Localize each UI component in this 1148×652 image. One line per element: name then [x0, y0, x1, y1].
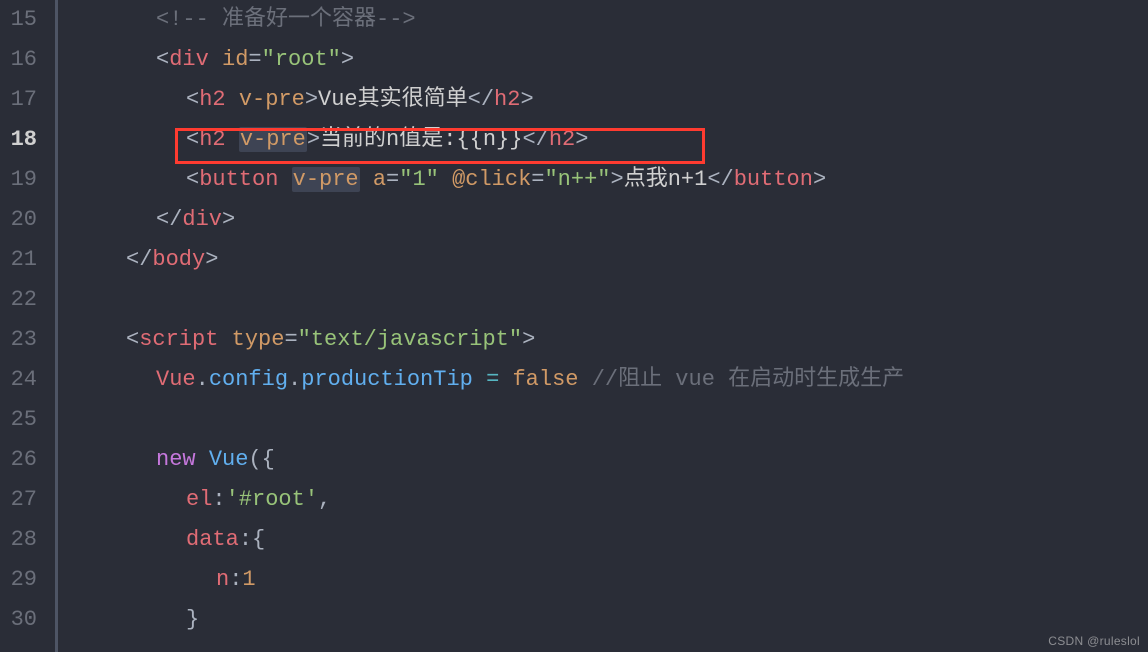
code-line: el:'#root',	[66, 480, 1148, 520]
line-number-active: 18	[10, 120, 37, 160]
line-number: 25	[10, 400, 37, 440]
code-editor: 15 16 17 18 19 20 21 22 23 24 25 26 27 2…	[0, 0, 1148, 652]
code-line: }	[66, 600, 1148, 640]
line-number: 21	[10, 240, 37, 280]
code-line: <h2 v-pre>Vue其实很简单</h2>	[66, 80, 1148, 120]
code-line: <button v-pre a="1" @click="n++">点我n+1</…	[66, 160, 1148, 200]
line-number: 24	[10, 360, 37, 400]
watermark: CSDN @ruleslol	[1048, 634, 1140, 648]
line-number: 29	[10, 560, 37, 600]
code-line: <script type="text/javascript">	[66, 320, 1148, 360]
code-line: n:1	[66, 560, 1148, 600]
line-number: 16	[10, 40, 37, 80]
line-number: 23	[10, 320, 37, 360]
code-area[interactable]: <!-- 准备好一个容器--> <div id="root"> <h2 v-pr…	[55, 0, 1148, 652]
code-line: </div>	[66, 200, 1148, 240]
code-line: </body>	[66, 240, 1148, 280]
code-line: data:{	[66, 520, 1148, 560]
line-number: 28	[10, 520, 37, 560]
line-number: 27	[10, 480, 37, 520]
code-line: Vue.config.productionTip = false //阻止 vu…	[66, 360, 1148, 400]
line-number: 15	[10, 0, 37, 40]
code-line	[66, 400, 1148, 440]
code-line	[66, 280, 1148, 320]
line-number-gutter: 15 16 17 18 19 20 21 22 23 24 25 26 27 2…	[0, 0, 55, 652]
line-number: 26	[10, 440, 37, 480]
line-number: 17	[10, 80, 37, 120]
line-number: 20	[10, 200, 37, 240]
code-line: new Vue({	[66, 440, 1148, 480]
line-number: 19	[10, 160, 37, 200]
code-line-active: <h2 v-pre>当前的n值是:{{n}}</h2>	[66, 120, 1148, 160]
code-line: <!-- 准备好一个容器-->	[66, 0, 1148, 40]
line-number: 30	[10, 600, 37, 640]
code-line: <div id="root">	[66, 40, 1148, 80]
line-number: 22	[10, 280, 37, 320]
